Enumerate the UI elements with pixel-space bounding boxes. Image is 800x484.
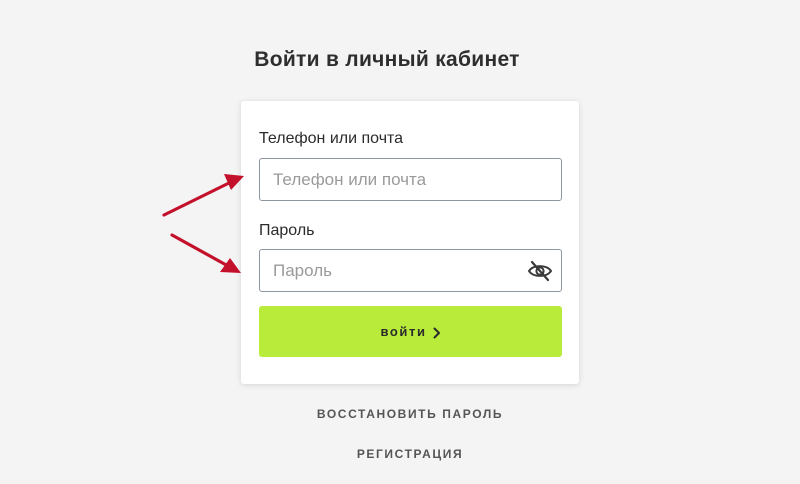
annotation-arrow-to-password <box>170 233 241 273</box>
login-page: Войти в личный кабинет Телефон или почта… <box>0 0 800 484</box>
annotation-arrows <box>162 174 244 273</box>
annotation-arrow-to-login <box>162 174 244 217</box>
